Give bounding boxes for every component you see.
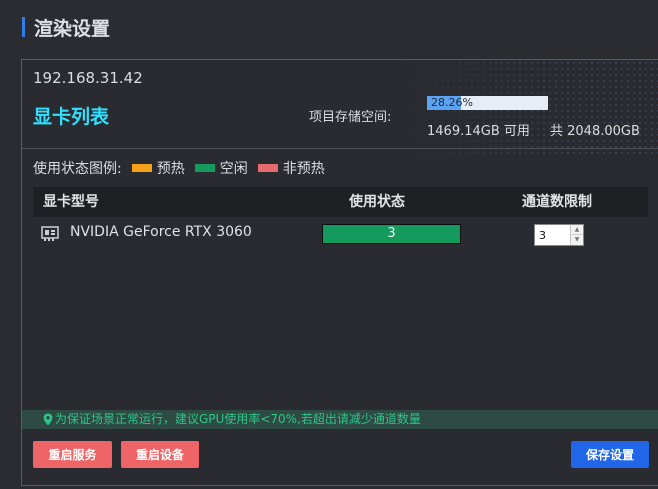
- channel-limit-stepper[interactable]: ▲ ▼: [534, 224, 584, 246]
- gpu-list-title: 显卡列表: [33, 106, 110, 128]
- legend-item-not-preheat: 非预热: [257, 158, 325, 178]
- legend-label: 使用状态图例:: [33, 161, 122, 177]
- page-title: 渲染设置: [34, 18, 111, 40]
- divider: [22, 148, 658, 149]
- legend-swatch-idle: [194, 164, 215, 172]
- usage-hint-text: 为保证场景正常运行，建议GPU使用率<70%,若超出请减少通道数量: [55, 412, 421, 426]
- save-settings-button[interactable]: 保存设置: [571, 441, 649, 468]
- page-header: 渲染设置: [0, 0, 658, 56]
- table-row: NVIDIA GeForce RTX 3060 3 ▲ ▼: [33, 217, 648, 249]
- column-header-channel-limit: 通道数限制: [522, 194, 592, 210]
- legend-item-idle: 空闲: [194, 158, 248, 178]
- legend-swatch-not-preheat: [257, 164, 278, 172]
- channel-limit-input[interactable]: [535, 225, 571, 245]
- location-pin-icon: [43, 413, 53, 426]
- status-legend: 使用状态图例: 预热 空闲 非预热: [33, 158, 325, 178]
- gpu-panel: 192.168.31.42 显卡列表 项目存储空间: 28.26% 1469.1…: [21, 59, 658, 486]
- storage-total-space: 共 2048.00GB: [550, 124, 640, 139]
- storage-label: 项目存储空间:: [309, 110, 392, 125]
- restart-device-button[interactable]: 重启设备: [121, 441, 199, 468]
- storage-progress-bar: 28.26%: [427, 96, 548, 110]
- storage-free-space: 1469.14GB 可用: [427, 124, 530, 139]
- legend-text-idle: 空闲: [219, 161, 248, 177]
- header-accent-bar: [22, 17, 25, 37]
- gpu-table-header: 显卡型号 使用状态 通道数限制: [33, 187, 648, 217]
- render-settings-page: 渲染设置 192.168.31.42 显卡列表 项目存储空间: 28.26% 1…: [0, 0, 658, 489]
- legend-item-preheat: 预热: [131, 158, 185, 178]
- legend-swatch-preheat: [131, 164, 152, 172]
- gpu-model-name: NVIDIA GeForce RTX 3060: [70, 224, 252, 240]
- storage-percent: 28.26%: [431, 96, 473, 109]
- stepper-up-button[interactable]: ▲: [570, 225, 583, 235]
- legend-text-preheat: 预热: [156, 161, 185, 177]
- server-ip: 192.168.31.42: [33, 69, 143, 87]
- column-header-status: 使用状态: [349, 194, 405, 210]
- column-header-model: 显卡型号: [43, 194, 99, 210]
- gpu-status-indicator: 3: [322, 224, 461, 244]
- usage-hint-bar: 为保证场景正常运行，建议GPU使用率<70%,若超出请减少通道数量: [22, 410, 658, 429]
- restart-service-button[interactable]: 重启服务: [33, 441, 112, 468]
- gpu-card-icon: [41, 226, 59, 241]
- stepper-down-button[interactable]: ▼: [570, 235, 583, 245]
- legend-text-not-preheat: 非预热: [282, 161, 325, 177]
